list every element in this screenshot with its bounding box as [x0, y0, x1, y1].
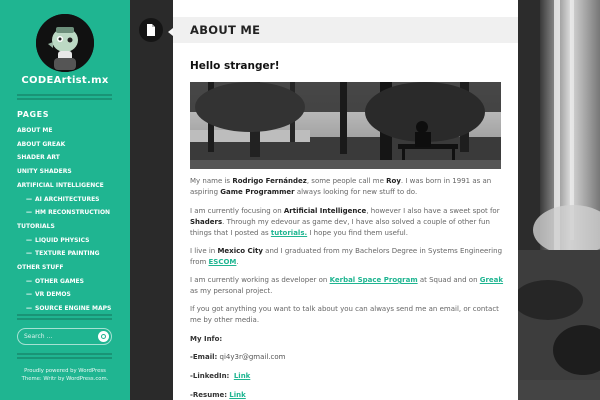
menu-item[interactable]: — AI ARCHITECTURES [0, 193, 130, 207]
email-row: -Email: qi4y3r@gmail.com [190, 353, 285, 361]
email-value[interactable]: qi4y3r@gmail.com [220, 353, 286, 361]
menu-item[interactable]: — LIQUID PHYSICS [0, 234, 130, 248]
focus-paragraph: I am currently focusing on Artificial In… [190, 206, 508, 239]
divider [17, 357, 112, 359]
submenu-dash: — [26, 305, 32, 313]
info-heading-text: My Info: [190, 335, 223, 343]
text-segment: always looking for new stuff to do. [294, 188, 418, 196]
author-role: Game Programmer [220, 188, 295, 196]
search-input[interactable] [24, 331, 94, 342]
menu-item-link[interactable]: OTHER STUFF [17, 264, 64, 271]
sidebar: CODEArtist.mx PAGES ABOUT ME ABOUT GREAK S… [0, 0, 130, 400]
work-paragraph: I am currently working as developer on K… [190, 275, 508, 297]
menu-item-link[interactable]: ARTIFICIAL INTELLIGENCE [17, 182, 104, 189]
submenu-dash: — [26, 291, 32, 299]
text-segment: I live in [190, 247, 218, 255]
linkedin-row: -LinkedIn: Link [190, 372, 250, 380]
divider [17, 353, 112, 355]
site-logo[interactable] [36, 14, 94, 72]
text-segment: . [236, 258, 239, 266]
city-name: Mexico City [217, 247, 263, 255]
divider [17, 314, 112, 316]
pages-heading: PAGES [17, 110, 50, 119]
text-segment: at Squad and on [417, 276, 480, 284]
menu-item[interactable]: ARTIFICIAL INTELLIGENCE [0, 179, 130, 193]
submenu-dash: — [26, 277, 32, 285]
search-form [17, 328, 112, 345]
greak-link[interactable]: Greak [480, 276, 503, 284]
resume-link[interactable]: Link [229, 391, 246, 399]
menu-item-link[interactable]: ABOUT ME [17, 127, 52, 134]
greeting-heading: Hello stranger! [190, 60, 280, 72]
submenu-dash: — [26, 250, 32, 258]
kerbal-space-program-link[interactable]: Kerbal Space Program [330, 276, 418, 284]
menu-item[interactable]: ABOUT ME [0, 124, 130, 138]
menu-item[interactable]: SHADER ART [0, 151, 130, 165]
divider [17, 318, 112, 320]
sidebar-toggle-button[interactable] [139, 18, 163, 42]
menu-item[interactable]: — OTHER GAMES [0, 275, 130, 289]
background-artwork [518, 0, 600, 400]
divider [17, 94, 112, 96]
menu-item-link[interactable]: OTHER GAMES [35, 278, 84, 285]
submenu-dash: — [26, 236, 32, 244]
text-segment: I hope you find them useful. [307, 229, 408, 237]
email-label: -Email: [190, 353, 218, 361]
menu-item-link[interactable]: VR DEMOS [35, 291, 71, 298]
submenu-dash: — [26, 209, 32, 217]
site-title[interactable]: CODEArtist.mx [0, 75, 130, 86]
tutorials-link[interactable]: tutorials. [271, 229, 307, 237]
linkedin-link[interactable]: Link [234, 372, 251, 380]
menu-item-link[interactable]: AI ARCHITECTURES [35, 196, 100, 203]
page-title: ABOUT ME [190, 23, 261, 37]
menu-item-link[interactable]: TUTORIALS [17, 223, 55, 230]
contact-paragraph: If you got anything you want to talk abo… [190, 305, 499, 324]
menu-item[interactable]: — VR DEMOS [0, 288, 130, 302]
focus-shaders: Shaders [190, 218, 223, 226]
focus-ai: Artificial Intelligence [283, 207, 367, 215]
menu-item-link[interactable]: LIQUID PHYSICS [35, 237, 89, 244]
text-segment: My name is [190, 177, 233, 185]
menu-item-link[interactable]: SOURCE ENGINE MAPS [35, 305, 111, 312]
main-content: ABOUT ME Hello stranger! My name is Rodr… [173, 0, 518, 400]
logo-character-icon [36, 14, 94, 72]
pages-menu: ABOUT ME ABOUT GREAK SHADER ART UNITY SHADE… [0, 124, 130, 316]
resume-label: -Resume: [190, 391, 228, 399]
text-segment: I am currently focusing on [190, 207, 284, 215]
footer-powered-by[interactable]: Proudly powered by WordPress [0, 368, 130, 374]
menu-item[interactable]: ABOUT GREAK [0, 138, 130, 152]
escom-link[interactable]: ESCOM [209, 258, 237, 266]
menu-item[interactable]: TUTORIALS [0, 220, 130, 234]
menu-item-link[interactable]: UNITY SHADERS [17, 168, 72, 175]
menu-item-link[interactable]: ABOUT GREAK [17, 141, 65, 148]
page-icon [147, 24, 155, 36]
text-segment: , some people call me [306, 177, 387, 185]
menu-item-link[interactable]: HM RECONSTRUCTION [35, 209, 110, 216]
text-segment: , however I also have a sweet spot for [366, 207, 500, 215]
text-segment: I am currently working as developer on [190, 276, 330, 284]
profile-photo [190, 82, 501, 169]
search-icon[interactable] [98, 331, 109, 342]
author-name: Rodrigo Fernández [232, 177, 307, 185]
text-segment: as my personal project. [190, 287, 273, 295]
menu-item-link[interactable]: SHADER ART [17, 154, 60, 161]
menu-item[interactable]: — TEXTURE PAINTING [0, 247, 130, 261]
sidebar-toggle-strip [130, 0, 173, 400]
linkedin-label: -LinkedIn: [190, 372, 230, 380]
menu-item[interactable]: OTHER STUFF [0, 261, 130, 275]
divider [17, 98, 112, 100]
resume-row: -Resume: Link [190, 391, 246, 399]
menu-item-link[interactable]: TEXTURE PAINTING [35, 250, 100, 257]
footer-theme[interactable]: Theme: Writr by WordPress.com. [0, 376, 130, 382]
location-paragraph: I live in Mexico City and I graduated fr… [190, 246, 508, 268]
menu-item[interactable]: UNITY SHADERS [0, 165, 130, 179]
info-heading: My Info: [190, 335, 222, 343]
menu-item[interactable]: — HM RECONSTRUCTION [0, 206, 130, 220]
submenu-dash: — [26, 195, 32, 203]
author-nickname: Roy [386, 177, 401, 185]
page-title-bar: ABOUT ME [173, 17, 518, 43]
intro-paragraph: My name is Rodrigo Fernández, some peopl… [190, 176, 508, 198]
